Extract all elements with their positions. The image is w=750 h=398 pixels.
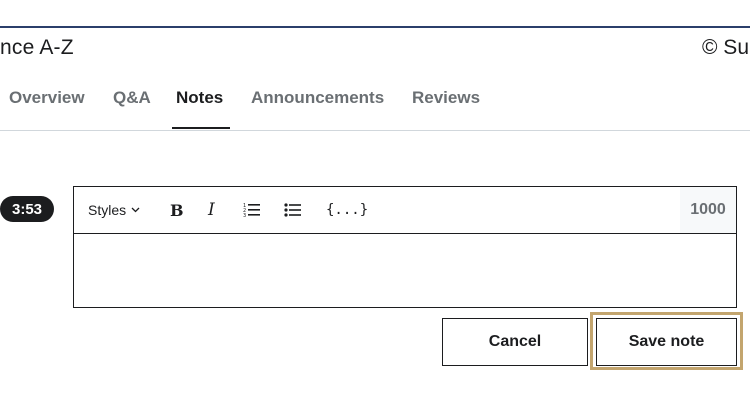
- tab-qa[interactable]: Q&A: [113, 88, 151, 108]
- active-tab-indicator: [172, 127, 230, 129]
- cancel-button[interactable]: Cancel: [442, 318, 588, 366]
- bulleted-list-icon[interactable]: [284, 187, 302, 233]
- svg-text:3: 3: [243, 213, 246, 218]
- course-tabs: Overview Q&A Notes Announcements Reviews: [0, 80, 750, 131]
- chevron-down-icon: [131, 205, 140, 215]
- tab-announcements[interactable]: Announcements: [251, 88, 384, 108]
- top-rule: [0, 26, 750, 28]
- editor-toolbar: Styles B I 1 2 3 {...} 1000: [74, 187, 736, 234]
- course-title: nce A-Z: [0, 36, 74, 59]
- note-editor: Styles B I 1 2 3 {...} 1000: [73, 186, 737, 308]
- italic-icon[interactable]: I: [208, 187, 215, 233]
- copyright-text: © Su: [702, 36, 749, 59]
- save-note-button[interactable]: Save note: [596, 318, 737, 366]
- styles-dropdown[interactable]: Styles: [88, 187, 140, 233]
- styles-label: Styles: [88, 202, 127, 218]
- tab-notes[interactable]: Notes: [176, 88, 223, 108]
- note-text-area[interactable]: [74, 234, 736, 307]
- bold-icon[interactable]: B: [170, 187, 184, 233]
- ordered-list-icon[interactable]: 1 2 3: [243, 187, 261, 233]
- tab-overview[interactable]: Overview: [9, 88, 85, 108]
- code-icon[interactable]: {...}: [326, 187, 368, 233]
- char-counter: 1000: [680, 187, 736, 233]
- note-timestamp[interactable]: 3:53: [0, 196, 54, 222]
- tab-reviews[interactable]: Reviews: [412, 88, 480, 108]
